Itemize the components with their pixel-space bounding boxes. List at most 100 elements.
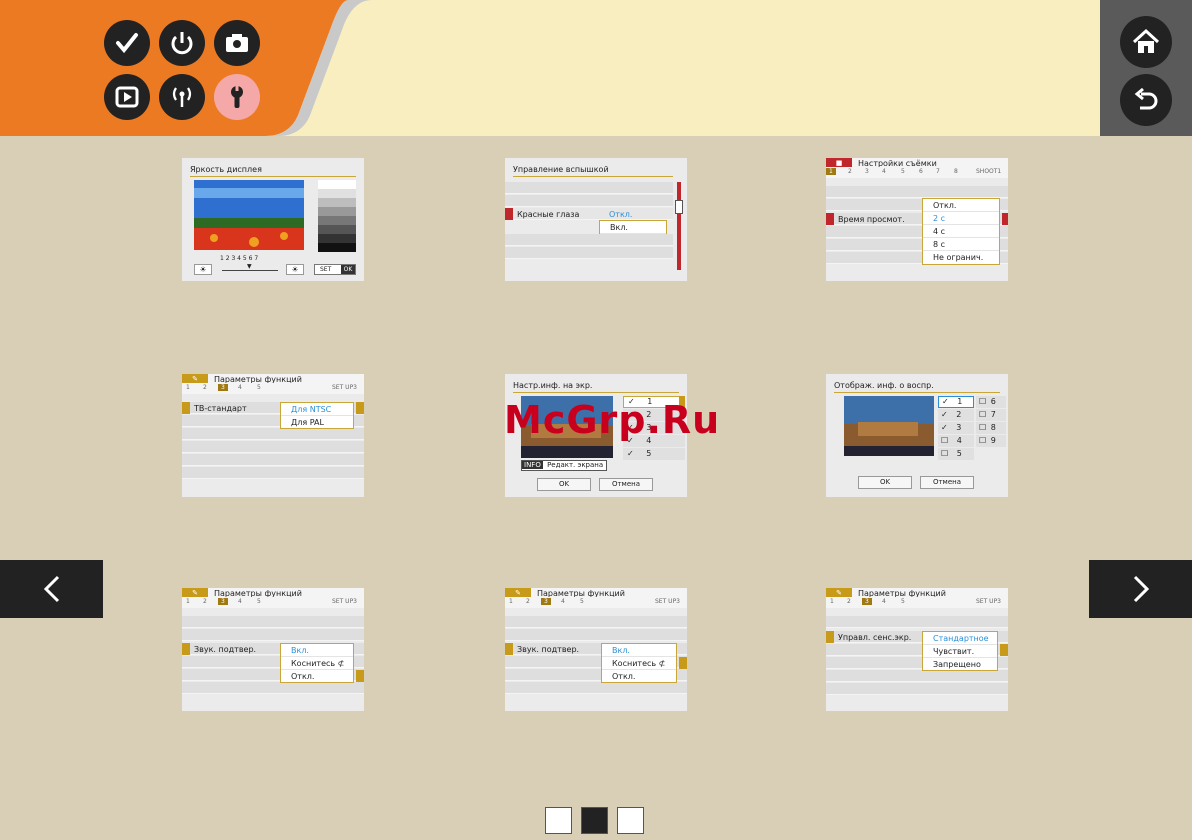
option-touch[interactable]: Коснитесь ⊄ xyxy=(602,657,676,670)
tab-1[interactable]: 1 xyxy=(826,168,836,175)
tab-5[interactable]: 5 xyxy=(580,598,584,605)
tab-setup3[interactable]: SET UP3 xyxy=(332,384,357,391)
option-touch[interactable]: Коснитесь ⊄ xyxy=(281,657,353,670)
option-selected[interactable]: 2 с xyxy=(923,212,999,225)
check-item[interactable]: ☐ 6 xyxy=(976,396,1006,408)
option-off[interactable]: Откл. xyxy=(602,670,676,683)
cancel-button[interactable]: Отмена xyxy=(599,478,653,491)
back-button[interactable] xyxy=(1120,74,1172,126)
check-item[interactable]: ☐ 4 xyxy=(938,435,974,447)
tab-shoot1[interactable]: SHOOT1 xyxy=(976,168,1001,175)
scrollbar[interactable] xyxy=(677,182,681,270)
page-indicator-current[interactable] xyxy=(581,807,608,834)
option[interactable]: Откл. xyxy=(923,199,999,212)
wireless-icon[interactable] xyxy=(159,74,205,120)
menu-row xyxy=(826,616,1008,628)
edit-screen-button[interactable]: INFO Редакт. экрана xyxy=(521,460,608,471)
check-icon[interactable] xyxy=(104,20,150,66)
watermark: McGrp.Ru xyxy=(504,398,721,442)
tab-5[interactable]: 5 xyxy=(257,598,261,605)
check-item[interactable]: ☐ 9 xyxy=(976,435,1006,447)
tab-3[interactable]: 3 xyxy=(541,598,551,605)
home-button[interactable] xyxy=(1120,16,1172,68)
row-highlight xyxy=(505,208,513,220)
edit-label: Редакт. экрана xyxy=(547,461,604,469)
option-sensitive[interactable]: Чувствит. xyxy=(923,645,997,658)
page-indicator-prev[interactable] xyxy=(545,807,572,834)
tab-6[interactable]: 6 xyxy=(919,168,923,175)
option-popup[interactable]: Вкл. xyxy=(599,220,667,234)
tab-1[interactable]: 1 xyxy=(186,598,190,605)
check-item[interactable]: ☐ 8 xyxy=(976,422,1006,434)
tab-setup3[interactable]: SET UP3 xyxy=(976,598,1001,605)
ok-button[interactable]: OK xyxy=(537,478,591,491)
tv-standard-popup[interactable]: Для NTSC Для PAL xyxy=(280,402,354,429)
dim-sun-icon[interactable]: ☀ xyxy=(194,264,212,275)
tab-2[interactable]: 2 xyxy=(848,168,852,175)
option-on[interactable]: Вкл. xyxy=(281,644,353,657)
tab-3[interactable]: 3 xyxy=(218,598,228,605)
check-item[interactable]: ☐ 5 xyxy=(938,448,974,460)
option-off[interactable]: Откл. xyxy=(281,670,353,683)
tab-4[interactable]: 4 xyxy=(882,168,886,175)
beep-popup[interactable]: Вкл. Коснитесь ⊄ Откл. xyxy=(601,643,677,683)
playback-icon[interactable] xyxy=(104,74,150,120)
tab-1[interactable]: 1 xyxy=(509,598,513,605)
tab-2[interactable]: 2 xyxy=(526,598,530,605)
page-indicator-next[interactable] xyxy=(617,807,644,834)
landscape-photo xyxy=(194,180,304,250)
ok-button[interactable]: OK xyxy=(858,476,912,489)
option[interactable]: 4 с xyxy=(923,225,999,238)
bright-sun-icon[interactable]: ☀ xyxy=(286,264,304,275)
tab-5[interactable]: 5 xyxy=(901,598,905,605)
check-item[interactable]: ✓ 3 xyxy=(938,422,974,434)
option[interactable]: Не огранич. xyxy=(923,251,999,264)
next-page-button[interactable] xyxy=(1089,560,1192,618)
check-item[interactable]: ✓ 1 xyxy=(938,396,974,408)
tab-8[interactable]: 8 xyxy=(954,168,958,175)
menu-row-red-eye[interactable]: Красные глаза Откл. xyxy=(513,208,673,220)
scroll-thumb[interactable] xyxy=(675,200,683,214)
review-time-popup[interactable]: Откл. 2 с 4 с 8 с Не огранич. xyxy=(922,198,1000,265)
tab-2[interactable]: 2 xyxy=(847,598,851,605)
touch-control-popup[interactable]: Стандартное Чувствит. Запрещено xyxy=(922,631,998,671)
option-on[interactable]: Вкл. xyxy=(600,221,666,234)
cancel-button[interactable]: Отмена xyxy=(920,476,974,489)
option[interactable]: 8 с xyxy=(923,238,999,251)
tab-2[interactable]: 2 xyxy=(203,384,207,391)
brightness-scale: 1 2 3 4 5 6 7 xyxy=(220,255,259,262)
tab-3[interactable]: 3 xyxy=(862,598,872,605)
prev-page-button[interactable] xyxy=(0,560,103,618)
tab-5[interactable]: 5 xyxy=(901,168,905,175)
option-pal[interactable]: Для PAL xyxy=(281,416,353,429)
set-ok-button[interactable]: SET OK xyxy=(314,264,356,275)
tab-2[interactable]: 2 xyxy=(203,598,207,605)
tab-5[interactable]: 5 xyxy=(257,384,261,391)
tab-setup3[interactable]: SET UP3 xyxy=(332,598,357,605)
option-disabled[interactable]: Запрещено xyxy=(923,658,997,671)
check-item[interactable]: ✓ 5 xyxy=(623,448,685,460)
option-on[interactable]: Вкл. xyxy=(602,644,676,657)
tab-7[interactable]: 7 xyxy=(936,168,940,175)
check-item[interactable]: ☐ 7 xyxy=(976,409,1006,421)
tab-3[interactable]: 3 xyxy=(218,384,228,391)
camera-icon[interactable] xyxy=(214,20,260,66)
tab-4[interactable]: 4 xyxy=(238,384,242,391)
tab-4[interactable]: 4 xyxy=(882,598,886,605)
check-label: 9 xyxy=(990,436,996,445)
option-ntsc[interactable]: Для NTSC xyxy=(281,403,353,416)
power-icon[interactable] xyxy=(159,20,205,66)
left-check-list: ✓ 1 ✓ 2 ✓ 3 ☐ 4 ☐ 5 xyxy=(938,396,974,460)
wrench-icon[interactable] xyxy=(214,74,260,120)
tab-1[interactable]: 1 xyxy=(830,598,834,605)
tab-4[interactable]: 4 xyxy=(238,598,242,605)
tab-setup3[interactable]: SET UP3 xyxy=(655,598,680,605)
check-item[interactable]: ✓ 2 xyxy=(938,409,974,421)
tab-3[interactable]: 3 xyxy=(865,168,869,175)
tab-1[interactable]: 1 xyxy=(186,384,190,391)
screen-beep-off: ✎ Параметры функций 1 2 3 4 5 SET UP3 Зв… xyxy=(182,588,364,711)
beep-popup[interactable]: Вкл. Коснитесь ⊄ Откл. xyxy=(280,643,354,683)
option-standard[interactable]: Стандартное xyxy=(923,632,997,645)
brightness-slider[interactable] xyxy=(222,270,278,271)
tab-4[interactable]: 4 xyxy=(561,598,565,605)
